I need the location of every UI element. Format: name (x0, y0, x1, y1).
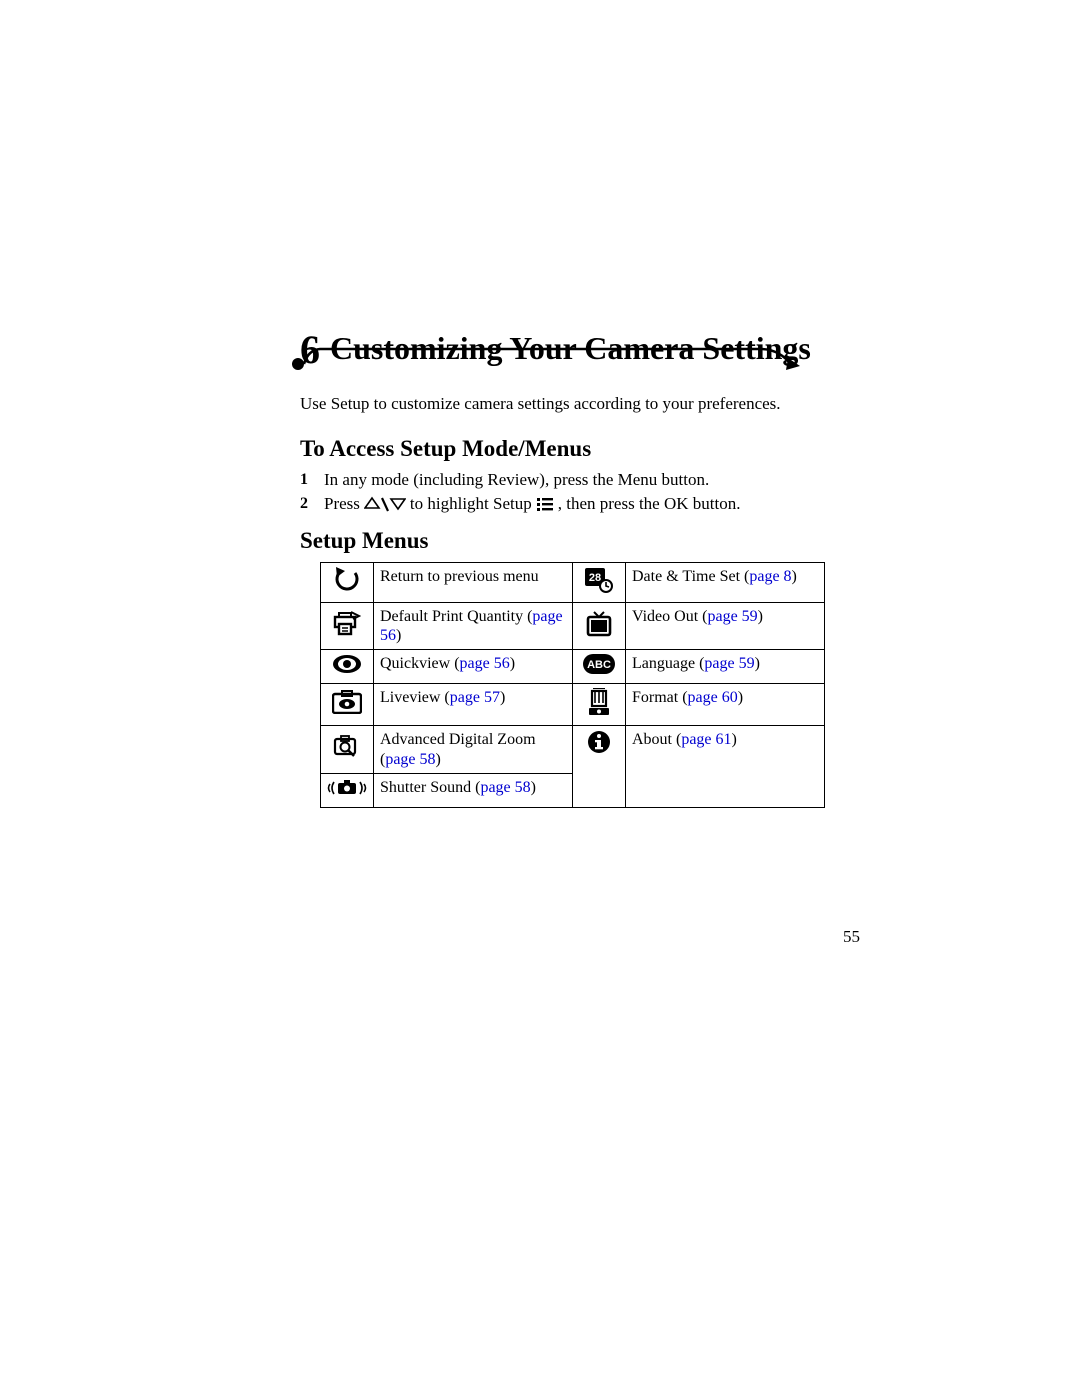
menu-text: Shutter Sound (380, 779, 475, 796)
abc-icon: ABC (573, 650, 626, 684)
step-item: 1 In any mode (including Review), press … (300, 470, 950, 490)
menu-text: Format (632, 689, 682, 706)
page-link[interactable]: page 61 (681, 731, 731, 748)
tv-icon (573, 603, 626, 650)
menu-text: Liveview (380, 689, 444, 706)
table-row: Advanced Digital Zoom (page 58) About (p… (321, 726, 825, 773)
step-item: 2 Press to highlight Setup (300, 494, 950, 514)
step-text-part: Press (324, 494, 360, 514)
document-page: 6 Customizing Your Camera Settings Use S… (0, 0, 1080, 1397)
page-link[interactable]: page 60 (688, 689, 738, 706)
page-link[interactable]: page 8 (749, 568, 791, 585)
step-text: Press to highlight Setup (324, 494, 740, 514)
menu-text: Advanced Digital Zoom (380, 731, 536, 748)
table-row: Liveview (page 57) Format (page 60) (321, 684, 825, 726)
page-link[interactable]: page 58 (480, 779, 530, 796)
shutter-sound-icon (321, 773, 374, 807)
svg-text:ABC: ABC (587, 659, 611, 671)
menu-text: Date & Time Set (632, 568, 744, 585)
page-link[interactable]: page 58 (385, 751, 435, 768)
table-row: Quickview (page 56) ABC Language (page 5… (321, 650, 825, 684)
menu-text: Language (632, 655, 699, 672)
chapter-intro-text: Use Setup to customize camera settings a… (300, 394, 950, 414)
menu-text: Return to previous menu (380, 568, 539, 585)
page-link[interactable]: page 59 (707, 608, 757, 625)
step-number: 1 (300, 471, 324, 489)
menu-label: Quickview (page 56) (374, 650, 573, 684)
page-link[interactable]: page 57 (450, 689, 500, 706)
chapter-ornament-icon (290, 344, 800, 374)
zoom-icon (321, 726, 374, 773)
format-icon (573, 684, 626, 726)
step-list: 1 In any mode (including Review), press … (300, 470, 950, 514)
setup-menu-icon (536, 496, 554, 512)
menu-label: Shutter Sound (page 58) (374, 773, 573, 807)
menu-label: Language (page 59) (626, 650, 825, 684)
menu-label: Default Print Quantity (page 56) (374, 603, 573, 650)
setup-menu-table: Return to previous menu 28 Date & Time S… (320, 562, 825, 808)
menu-text: About (632, 731, 676, 748)
print-icon (321, 603, 374, 650)
menu-label: Return to previous menu (374, 563, 573, 603)
step-text-part: to highlight Setup (410, 494, 532, 514)
camera-lcd-icon (321, 684, 374, 726)
menu-text: Video Out (632, 608, 702, 625)
datetime-icon: 28 (573, 563, 626, 603)
info-icon (573, 726, 626, 807)
menu-text: Quickview (380, 655, 454, 672)
menu-label: Video Out (page 59) (626, 603, 825, 650)
menu-label: Advanced Digital Zoom (page 58) (374, 726, 573, 773)
eye-icon (321, 650, 374, 684)
section-heading-access: To Access Setup Mode/Menus (300, 436, 950, 462)
page-link[interactable]: page 59 (704, 655, 754, 672)
step-text-part: , then press the OK button. (558, 494, 741, 514)
step-number: 2 (300, 495, 324, 513)
section-heading-menus: Setup Menus (300, 528, 950, 554)
menu-label: About (page 61) (626, 726, 825, 807)
return-icon (321, 563, 374, 603)
menu-label: Liveview (page 57) (374, 684, 573, 726)
table-row: Return to previous menu 28 Date & Time S… (321, 563, 825, 603)
menu-label: Format (page 60) (626, 684, 825, 726)
step-text: In any mode (including Review), press th… (324, 470, 709, 490)
up-down-arrows-icon (364, 496, 406, 512)
svg-text:28: 28 (589, 572, 601, 584)
menu-label: Date & Time Set (page 8) (626, 563, 825, 603)
page-link[interactable]: page 56 (460, 655, 510, 672)
menu-text: Default Print Quantity (380, 608, 523, 625)
page-number: 55 (843, 927, 860, 947)
table-row: Default Print Quantity (page 56) Video O… (321, 603, 825, 650)
